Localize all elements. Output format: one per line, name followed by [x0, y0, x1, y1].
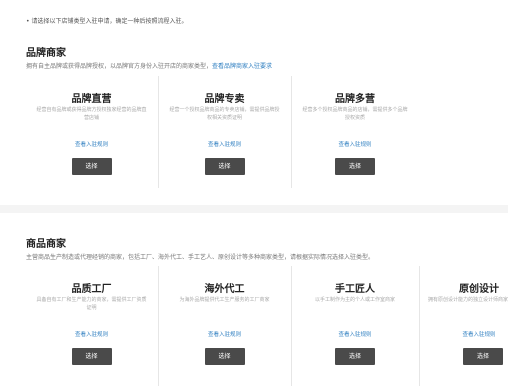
card-title: 品牌直营 — [71, 94, 112, 105]
card-desc: 拥有原创设计能力的独立设计师商家 — [428, 297, 508, 303]
card-brand-multi[interactable]: 品牌多营 经营多个授权品牌商品的店铺，需提供多个品牌授权资质 查看入驻规则 选择 — [291, 76, 418, 188]
view-rules-link[interactable]: 查看入驻规则 — [26, 330, 157, 338]
select-button[interactable]: 选择 — [463, 348, 503, 365]
brand-requirements-link[interactable]: 查看品牌商家入驻要求 — [212, 63, 272, 70]
card-title: 原创设计 — [459, 284, 499, 295]
card-overseas-oem[interactable]: 海外代工 为海外品牌提供代工生产服务的工厂商家 查看入驻规则 选择 — [158, 266, 290, 386]
select-button[interactable]: 选择 — [71, 158, 112, 175]
card-title: 品牌专卖 — [204, 94, 245, 105]
goods-section-title: 商品商家 — [26, 239, 66, 250]
card-desc: 以手工制作为主的个人或工作室商家 — [314, 297, 395, 303]
view-rules-link[interactable]: 查看入驻规则 — [420, 330, 508, 338]
brand-section-title: 品牌商家 — [26, 48, 66, 59]
card-desc: 经营多个授权品牌商品的店铺，需提供多个品牌授权资质 — [302, 107, 408, 121]
select-button[interactable]: 选择 — [335, 348, 375, 365]
select-button[interactable]: 选择 — [204, 348, 245, 365]
view-rules-link[interactable]: 查看入驻规则 — [292, 330, 418, 338]
notice-text: • 请选择以下店铺类型入驻申请，确定一种后按照流程入驻。 — [26, 18, 188, 25]
card-craftsman[interactable]: 手工匠人 以手工制作为主的个人或工作室商家 查看入驻规则 选择 — [291, 266, 418, 386]
card-quality-factory[interactable]: 品质工厂 具备自有工厂和生产能力的商家，需提供工厂资质证明 查看入驻规则 选择 — [26, 266, 157, 386]
select-button[interactable]: 选择 — [71, 348, 112, 365]
card-title: 品牌多营 — [335, 94, 375, 105]
section-divider — [0, 205, 508, 213]
card-title: 海外代工 — [204, 284, 245, 295]
view-rules-link[interactable]: 查看入驻规则 — [159, 330, 290, 338]
card-desc: 经营自有品牌或获得品牌方授权独家经营的品牌直营店铺 — [36, 107, 147, 121]
view-rules-link[interactable]: 查看入驻规则 — [26, 140, 157, 148]
card-original-design[interactable]: 原创设计 拥有原创设计能力的独立设计师商家 查看入驻规则 选择 — [419, 266, 508, 386]
goods-section-desc: 主营商品生产制造或代理经销的商家，包括工厂、海外代工、手工艺人、原创设计等多种商… — [26, 254, 375, 261]
view-rules-link[interactable]: 查看入驻规则 — [159, 140, 290, 148]
card-brand-exclusive[interactable]: 品牌专卖 经营一个授权品牌商品的专卖店铺，需提供品牌授权相关资质证明 查看入驻规… — [158, 76, 290, 188]
card-title: 品质工厂 — [71, 284, 112, 295]
card-desc: 为海外品牌提供代工生产服务的工厂商家 — [179, 297, 270, 303]
card-desc: 具备自有工厂和生产能力的商家，需提供工厂资质证明 — [36, 297, 147, 311]
select-button[interactable]: 选择 — [204, 158, 245, 175]
brand-desc-text: 拥有自主品牌或获得品牌授权，以品牌官方身份入驻开店的商家类型， — [26, 63, 213, 70]
brand-section-desc: 拥有自主品牌或获得品牌授权，以品牌官方身份入驻开店的商家类型，查看品牌商家入驻要… — [26, 61, 272, 70]
view-rules-link[interactable]: 查看入驻规则 — [292, 140, 418, 148]
card-desc: 经营一个授权品牌商品的专卖店铺，需提供品牌授权相关资质证明 — [169, 107, 280, 121]
select-button[interactable]: 选择 — [335, 158, 375, 175]
card-title: 手工匠人 — [335, 284, 375, 295]
card-brand-direct[interactable]: 品牌直营 经营自有品牌或获得品牌方授权独家经营的品牌直营店铺 查看入驻规则 选择 — [26, 76, 157, 188]
